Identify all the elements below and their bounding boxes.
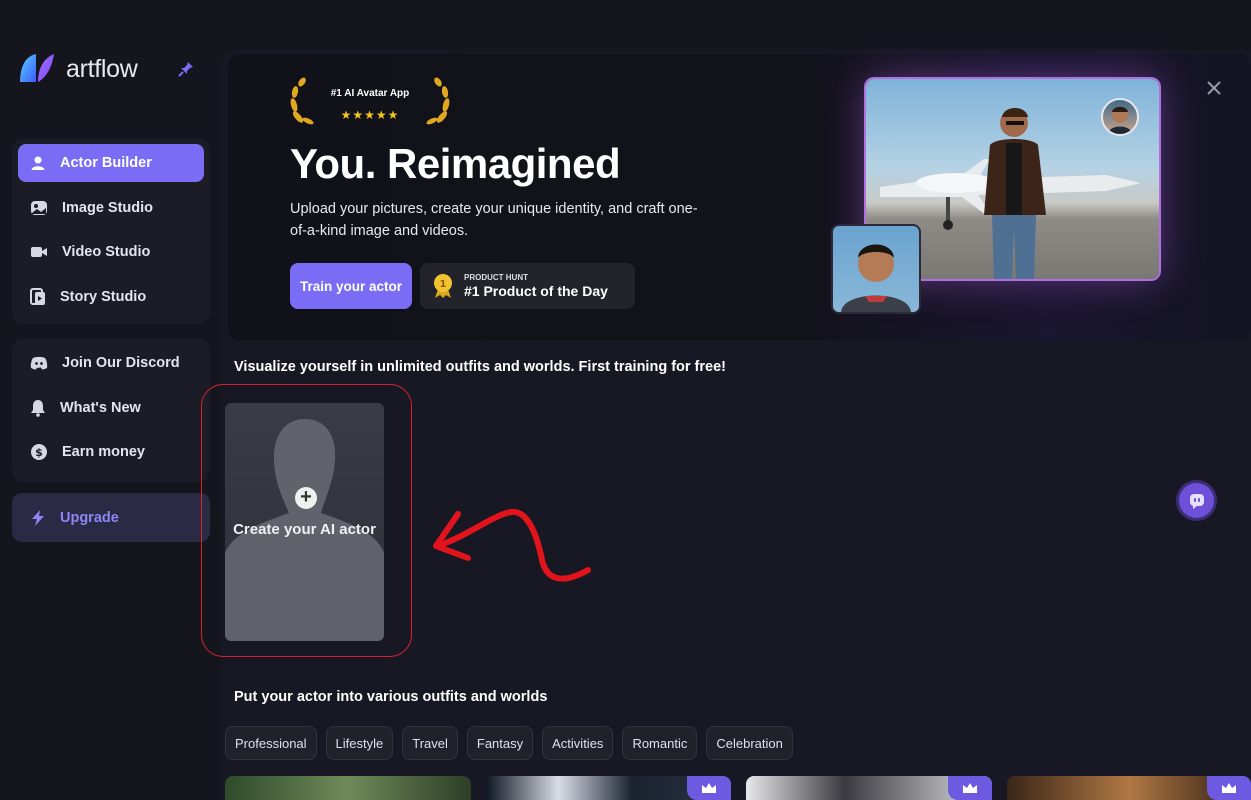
award-badge: #1 AI Avatar App ★★★★★: [288, 77, 452, 127]
crown-icon: [963, 783, 977, 793]
train-actor-button[interactable]: Train your actor: [290, 263, 412, 309]
preset-thumbnail[interactable]: [746, 776, 992, 800]
medal-icon: 1: [434, 274, 452, 298]
sidebar-item-whats-new[interactable]: What's New: [18, 389, 204, 427]
chip-celebration[interactable]: Celebration: [706, 726, 793, 760]
preset-thumbnail[interactable]: [485, 776, 731, 800]
product-hunt-small: PRODUCT HUNT: [464, 273, 528, 282]
star-rating: ★★★★★: [340, 108, 400, 122]
section-title-outfits: Put your actor into various outfits and …: [234, 689, 548, 705]
chat-support-button[interactable]: [1179, 483, 1214, 518]
sidebar-item-earn-money[interactable]: $ Earn money: [18, 433, 204, 471]
section-title-visualize: Visualize yourself in unlimited outfits …: [234, 359, 726, 375]
chip-activities[interactable]: Activities: [542, 726, 614, 760]
annotation-highlight-box: [201, 384, 412, 657]
artflow-logo-icon: [20, 54, 54, 82]
annotation-arrow-icon: [433, 508, 591, 582]
image-icon: [31, 200, 47, 215]
medal-number: 1: [440, 279, 447, 290]
lightning-icon: [32, 509, 44, 526]
premium-badge: [1207, 776, 1251, 800]
sidebar-item-label: Image Studio: [62, 199, 154, 216]
sidebar-item-label: Story Studio: [60, 288, 147, 305]
hero-avatar-thumbnail: [1101, 98, 1139, 136]
user-icon: [31, 156, 45, 170]
story-icon: [30, 287, 45, 305]
video-icon: [31, 247, 47, 257]
upgrade-label: Upgrade: [60, 509, 119, 526]
sidebar-item-actor-builder[interactable]: Actor Builder: [18, 144, 204, 182]
sidebar-secondary-nav: Join Our Discord What's New $ Earn money: [12, 338, 210, 482]
brand-logo[interactable]: artflow: [18, 52, 138, 86]
chip-professional[interactable]: Professional: [225, 726, 317, 760]
chip-fantasy[interactable]: Fantasy: [466, 726, 534, 760]
bell-icon: [31, 399, 45, 417]
crown-icon: [702, 783, 716, 793]
chip-romantic[interactable]: Romantic: [622, 726, 698, 760]
premium-badge: [687, 776, 731, 800]
hero-photo-selfie: [831, 224, 921, 314]
sidebar-item-label: Actor Builder: [60, 155, 152, 171]
chat-icon: [1189, 493, 1204, 509]
sidebar-item-video-studio[interactable]: Video Studio: [18, 233, 204, 271]
sidebar-item-image-studio[interactable]: Image Studio: [18, 189, 204, 227]
sidebar-item-label: Join Our Discord: [62, 355, 180, 371]
discord-icon: [30, 356, 48, 370]
brand-name: artflow: [66, 54, 138, 83]
award-badge-text: #1 AI Avatar App: [330, 88, 410, 99]
hero-title: You. Reimagined: [290, 140, 621, 187]
crown-icon: [1222, 783, 1236, 793]
product-hunt-big: #1 Product of the Day: [464, 283, 608, 299]
close-icon[interactable]: [1204, 78, 1224, 98]
sidebar-item-label: What's New: [60, 399, 141, 416]
pin-icon[interactable]: [177, 60, 195, 78]
selfie-image: [841, 244, 911, 312]
chip-travel[interactable]: Travel: [402, 726, 458, 760]
sidebar-item-story-studio[interactable]: Story Studio: [18, 278, 204, 316]
product-hunt-badge[interactable]: 1 PRODUCT HUNT #1 Product of the Day: [420, 263, 635, 309]
category-filter-chips: Professional Lifestyle Travel Fantasy Ac…: [225, 726, 793, 760]
face-image: [1108, 106, 1132, 134]
chip-lifestyle[interactable]: Lifestyle: [325, 726, 394, 760]
sidebar-item-label: Earn money: [62, 444, 145, 460]
sidebar-primary-nav: Actor Builder Image Studio Video Studio …: [12, 138, 210, 324]
preset-thumbnail[interactable]: [1007, 776, 1251, 800]
svg-text:$: $: [35, 446, 43, 459]
hero-subtitle: Upload your pictures, create your unique…: [290, 201, 698, 239]
dollar-icon: $: [31, 444, 47, 460]
upgrade-button[interactable]: Upgrade: [12, 493, 210, 542]
sidebar-item-discord[interactable]: Join Our Discord: [18, 344, 204, 382]
premium-badge: [948, 776, 992, 800]
preset-thumbnail[interactable]: [225, 776, 471, 800]
sidebar-item-label: Video Studio: [62, 244, 151, 260]
